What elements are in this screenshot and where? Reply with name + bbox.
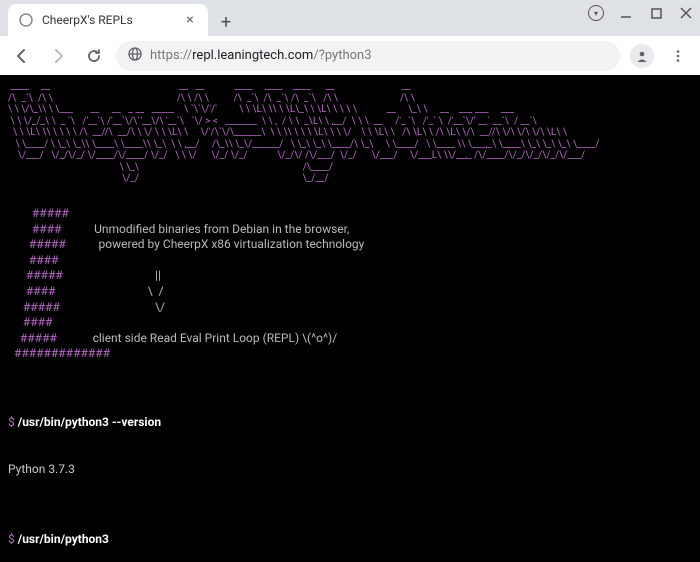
command: /usr/bin/python3 <box>18 532 109 546</box>
url-scheme: https:// <box>150 48 192 63</box>
banner: ##### #### Unmodified binaries from Debi… <box>8 191 692 363</box>
command: /usr/bin/python3 --version <box>18 415 161 429</box>
url-text: https://repl.leaningtech.com/?python3 <box>150 48 608 63</box>
forward-button[interactable] <box>44 42 72 70</box>
menu-button[interactable] <box>664 42 692 70</box>
banner-hash: ############# <box>8 346 110 360</box>
banner-hash: #### <box>8 315 52 329</box>
banner-hash: ##### <box>8 300 60 314</box>
reload-button[interactable] <box>80 42 108 70</box>
address-bar[interactable]: https://repl.leaningtech.com/?python3 <box>116 41 620 71</box>
banner-hash: ##### <box>8 237 66 251</box>
profile-button[interactable] <box>628 42 656 70</box>
browser-tab[interactable]: CheerpX's REPLs × <box>8 4 208 36</box>
command-line: $ /usr/bin/python3 --version <box>8 415 692 431</box>
new-tab-button[interactable]: + <box>212 8 240 36</box>
banner-hash: #### <box>8 253 58 267</box>
banner-hash: #### <box>8 222 61 236</box>
window-controls: ▾ <box>588 5 694 21</box>
banner-text: Unmodified binaries from Debian in the b… <box>61 222 349 236</box>
maximize-button[interactable] <box>648 5 664 21</box>
shell-prompt: $ <box>8 415 18 429</box>
banner-text: client side Read Eval Print Loop (REPL) … <box>57 331 337 345</box>
banner-text: \/ <box>60 300 165 314</box>
tab-title: CheerpX's REPLs <box>42 13 174 27</box>
command-line: $ /usr/bin/python3 <box>8 532 692 548</box>
page-icon <box>18 12 34 28</box>
url-host: repl.leaningtech.com <box>192 48 313 63</box>
ascii-logo: ____ __ __ __ ____ ____ ____ __ __ /\ _`… <box>8 81 692 185</box>
banner-hash: #### <box>8 284 55 298</box>
terminal[interactable]: ____ __ __ __ ____ ____ ____ __ __ /\ _`… <box>0 75 700 562</box>
banner-text: powered by CheerpX x86 virtualization te… <box>66 237 365 251</box>
banner-hash: ##### <box>8 206 69 220</box>
close-tab-icon[interactable]: × <box>182 12 198 28</box>
banner-text: || <box>63 268 161 282</box>
browser-chrome: ▾ CheerpX's REPLs × + <box>0 0 700 75</box>
back-button[interactable] <box>8 42 36 70</box>
minimize-button[interactable] <box>618 5 634 21</box>
person-icon <box>630 44 654 68</box>
banner-hash: ##### <box>8 268 63 282</box>
chevron-down-icon[interactable]: ▾ <box>588 5 604 21</box>
banner-hash: ##### <box>8 331 57 345</box>
terminal-session: $ /usr/bin/python3 --version Python 3.7.… <box>8 376 692 562</box>
url-path: /?python3 <box>313 48 371 63</box>
toolbar: https://repl.leaningtech.com/?python3 <box>0 36 700 75</box>
banner-text: \ / <box>55 284 163 298</box>
output-line: Python 3.7.3 <box>8 462 692 478</box>
shell-prompt: $ <box>8 532 18 546</box>
globe-icon <box>128 47 142 65</box>
close-window-button[interactable] <box>678 5 694 21</box>
